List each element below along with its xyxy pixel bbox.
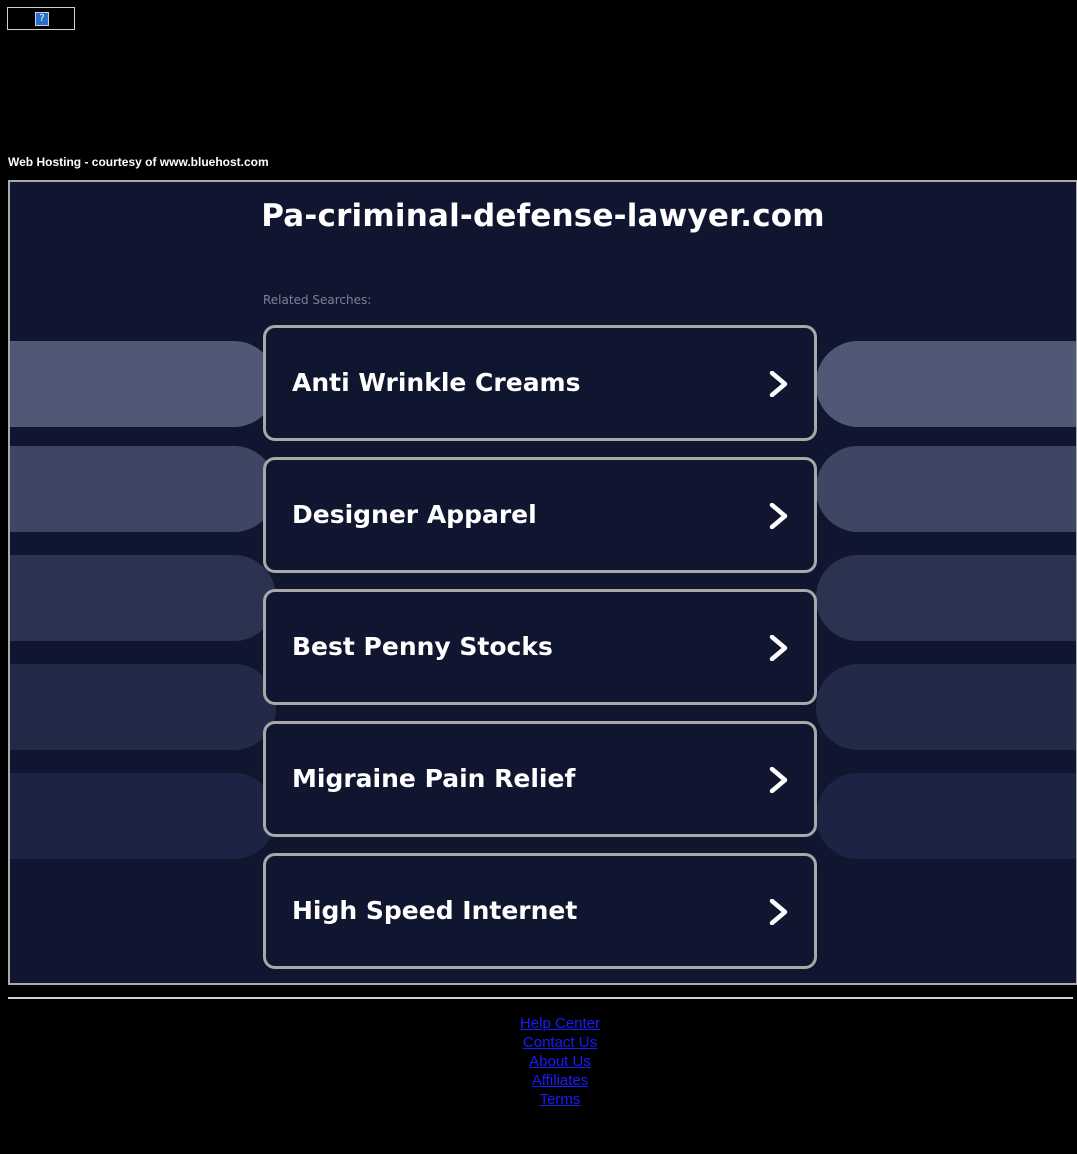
footer-link-help-center[interactable]: Help Center (0, 1014, 1077, 1033)
footer-link-about-us[interactable]: About Us (0, 1052, 1077, 1071)
decor-band-left-5 (10, 773, 276, 859)
search-link-label: Migraine Pain Relief (292, 764, 576, 793)
decor-band-right-5 (816, 773, 1076, 859)
hosting-credit: Web Hosting - courtesy of www.bluehost.c… (8, 155, 269, 169)
chevron-right-icon (769, 503, 788, 529)
related-searches-label: Related Searches: (263, 293, 372, 307)
search-link-label: Anti Wrinkle Creams (292, 368, 581, 397)
chevron-right-icon (769, 635, 788, 661)
search-link-migraine-pain-relief[interactable]: Migraine Pain Relief (263, 721, 817, 837)
search-link-designer-apparel[interactable]: Designer Apparel (263, 457, 817, 573)
search-link-anti-wrinkle-creams[interactable]: Anti Wrinkle Creams (263, 325, 817, 441)
footer-link-terms[interactable]: Terms (0, 1090, 1077, 1109)
footer-link-contact-us[interactable]: Contact Us (0, 1033, 1077, 1052)
decor-band-left-3 (10, 555, 276, 641)
search-link-high-speed-internet[interactable]: High Speed Internet (263, 853, 817, 969)
site-title: Pa-criminal-defense-lawyer.com (261, 198, 825, 234)
chevron-right-icon (769, 371, 788, 397)
decor-band-right-3 (816, 555, 1076, 641)
footer-divider (8, 997, 1073, 999)
decor-band-left-2 (10, 446, 276, 532)
broken-image-icon: ? (35, 12, 49, 26)
search-link-best-penny-stocks[interactable]: Best Penny Stocks (263, 589, 817, 705)
decor-band-right-1 (816, 341, 1076, 427)
footer-links: Help Center Contact Us About Us Affiliat… (0, 1014, 1077, 1109)
broken-image-frame: ? (7, 7, 75, 30)
chevron-right-icon (769, 899, 788, 925)
decor-band-left-1 (10, 341, 276, 427)
search-link-label: Best Penny Stocks (292, 632, 553, 661)
footer-link-affiliates[interactable]: Affiliates (0, 1071, 1077, 1090)
search-link-label: High Speed Internet (292, 896, 578, 925)
search-link-label: Designer Apparel (292, 500, 537, 529)
parked-domain-frame: Pa-criminal-defense-lawyer.com Related S… (8, 180, 1077, 985)
chevron-right-icon (769, 767, 788, 793)
decor-band-right-4 (816, 664, 1076, 750)
decor-band-right-2 (816, 446, 1076, 532)
decor-band-left-4 (10, 664, 276, 750)
